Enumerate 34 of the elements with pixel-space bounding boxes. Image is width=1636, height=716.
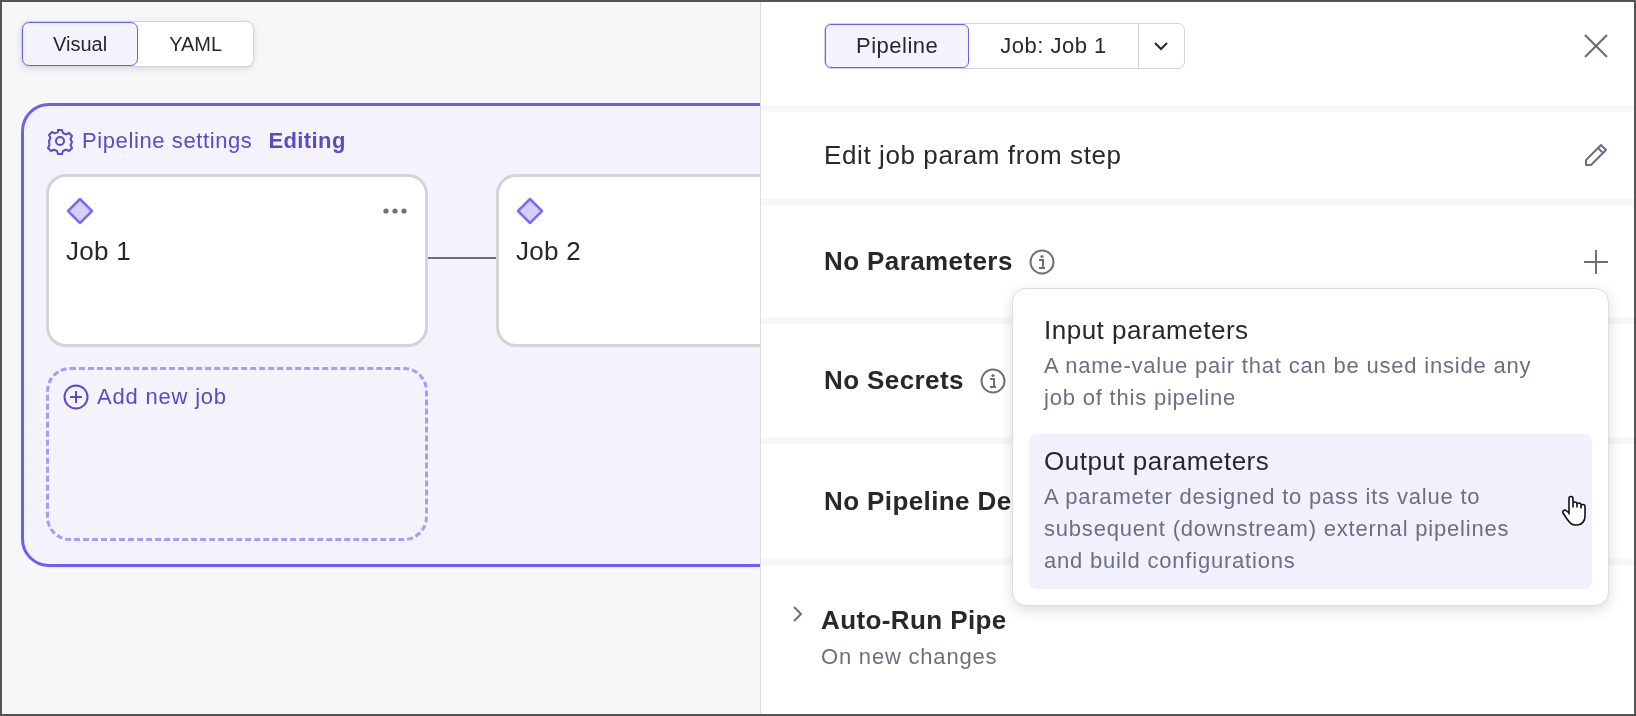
- view-tab[interactable]: Visual: [22, 22, 139, 66]
- menu-item[interactable]: Output parameters A parameter designed to pass its value to subsequent (downstream) external pipelines and build configurations: [1029, 434, 1592, 589]
- settings-icon: [46, 127, 74, 155]
- diamond-icon: [516, 197, 544, 225]
- menu-item[interactable]: Input parameters A name-value pair that can be used inside any job of this pipeline: [1029, 303, 1592, 426]
- section-title: No Pipeline De: [824, 485, 1012, 517]
- diamond-icon: [66, 197, 94, 225]
- plus-icon[interactable]: [1583, 248, 1609, 275]
- status-label: Editing: [268, 128, 346, 154]
- section-title: No Secrets: [824, 365, 964, 396]
- settings-link[interactable]: Pipeline settings: [82, 128, 253, 154]
- panel-tab[interactable]: Job: Job 1: [969, 24, 1138, 68]
- job-card[interactable]: Job 2: [496, 174, 760, 347]
- info-icon[interactable]: [979, 367, 1006, 394]
- menu-item-description: A name-value pair that can be used inside any job of this pipeline: [1044, 352, 1533, 412]
- section-title: Auto-Run Pipe: [821, 605, 1007, 636]
- job-card[interactable]: Job 1: [46, 174, 428, 347]
- menu-item-title: Output parameters: [1044, 446, 1271, 477]
- view-tab[interactable]: YAML: [138, 22, 254, 66]
- job-name: Job 2: [516, 236, 582, 267]
- panel-tab[interactable]: Pipeline: [825, 24, 970, 68]
- info-icon[interactable]: [1028, 248, 1055, 275]
- section-title: Edit job param from step: [824, 140, 1122, 171]
- section-title: No Parameters: [824, 246, 1013, 277]
- menu-item-title: Input parameters: [1044, 315, 1250, 346]
- chevron-down-icon: [1153, 41, 1170, 51]
- connector-line: [428, 257, 496, 259]
- menu-item-description: A parameter designed to pass its value to subsequent (downstream) external pipelines and build configurations: [1044, 483, 1511, 575]
- job-name: Job 1: [66, 236, 132, 267]
- more-icon[interactable]: [382, 207, 408, 215]
- plus-circle-icon: [63, 384, 89, 410]
- close-icon[interactable]: [1583, 33, 1609, 59]
- add-job-button[interactable]: Add new job: [63, 384, 227, 410]
- section-subtitle: On new changes: [821, 644, 999, 670]
